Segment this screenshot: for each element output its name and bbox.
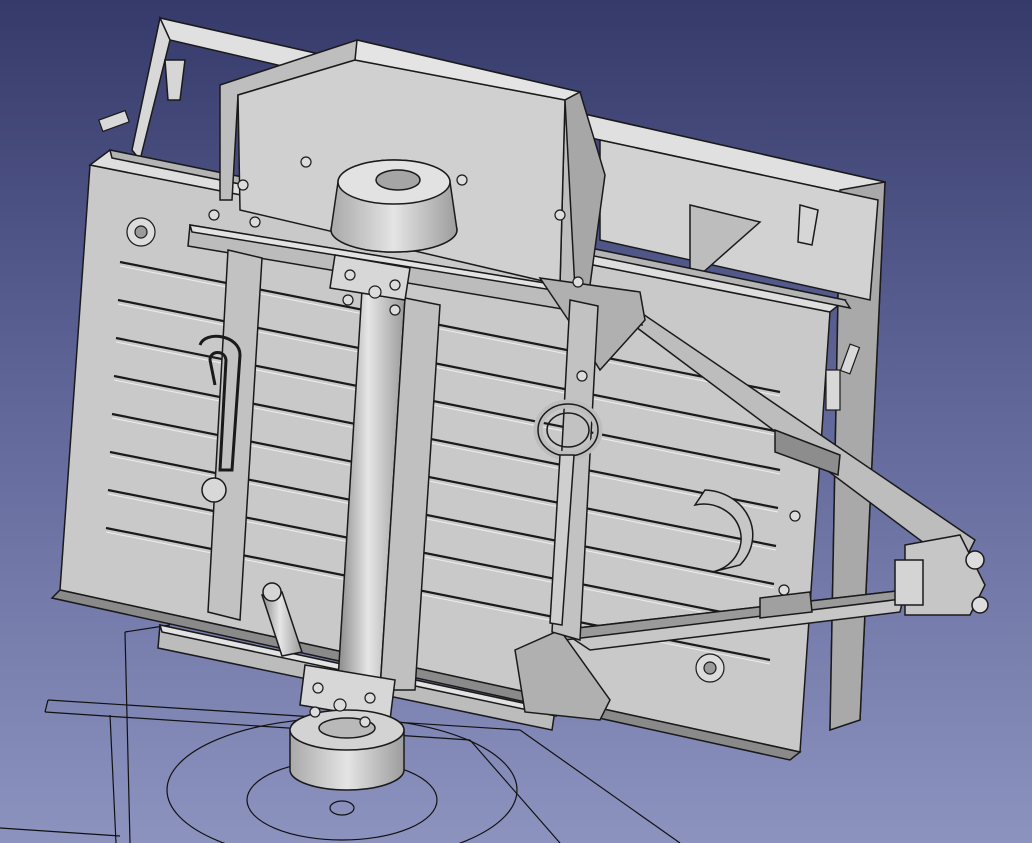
tow-hitch[interactable]: [894, 534, 989, 616]
wheel-hub-bottom[interactable]: [289, 709, 405, 791]
wheel-hub-top[interactable]: [330, 159, 458, 253]
cad-scene[interactable]: [0, 0, 1032, 843]
3d-viewport[interactable]: [0, 0, 1032, 843]
